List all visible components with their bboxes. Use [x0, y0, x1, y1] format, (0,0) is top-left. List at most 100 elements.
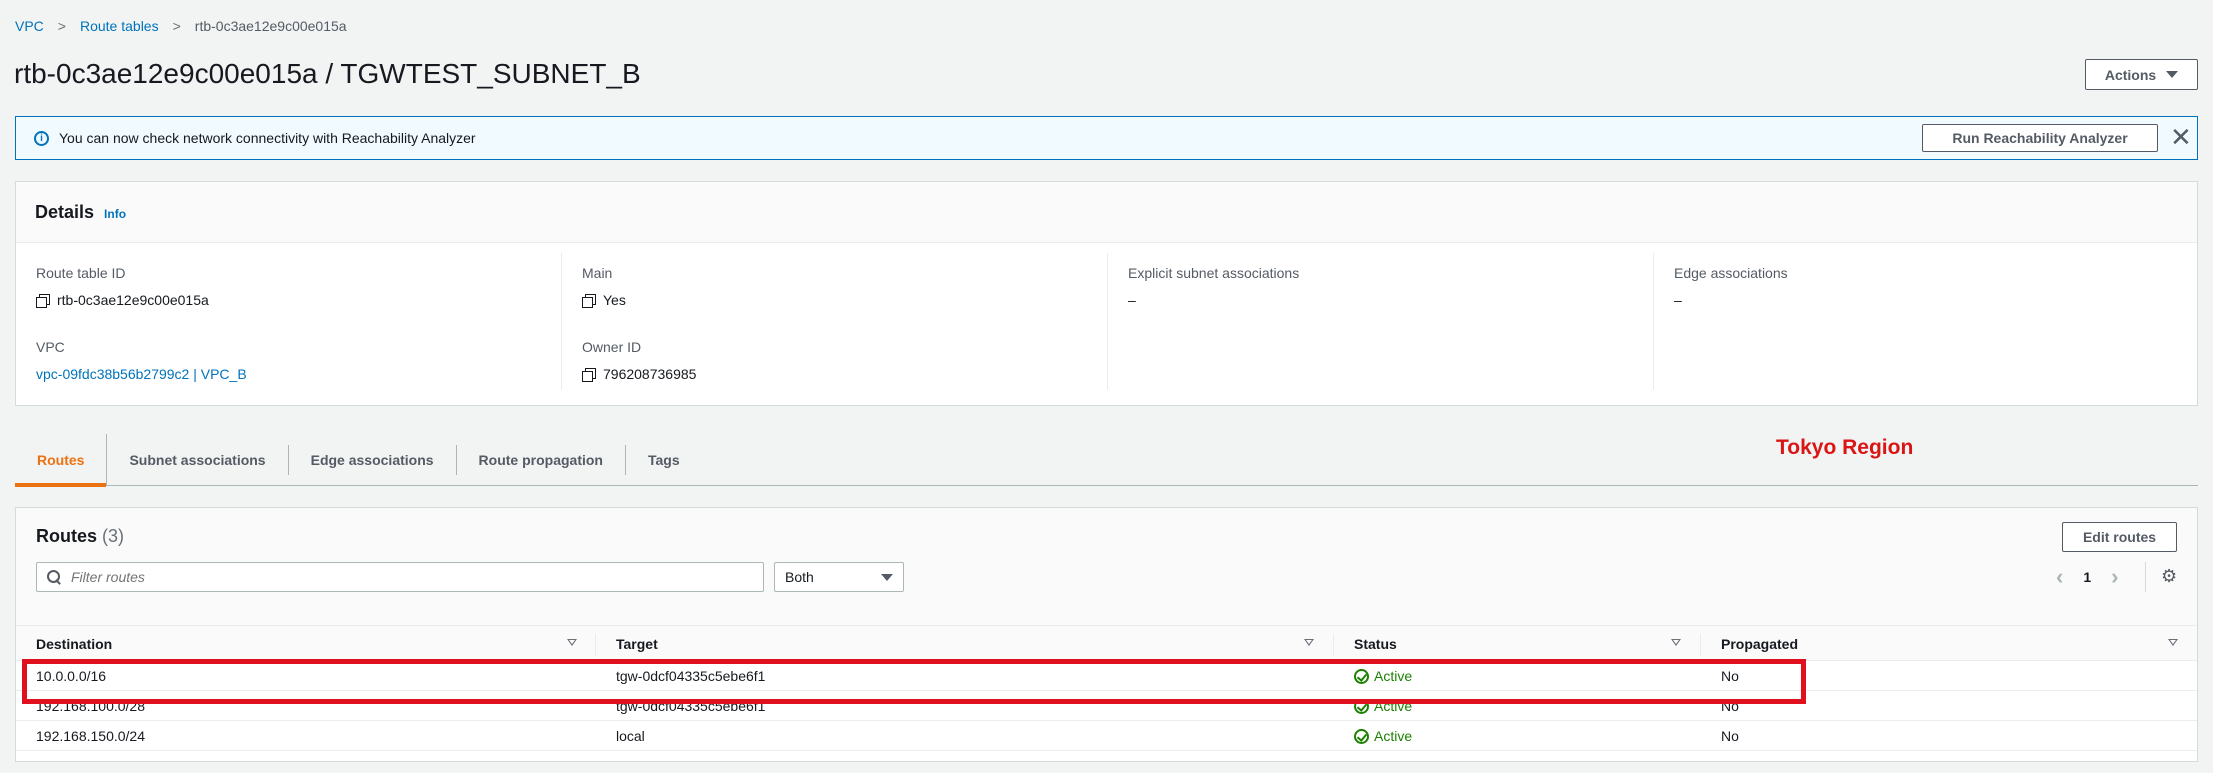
- cell-status: Active: [1334, 661, 1412, 691]
- details-col-4: Edge associations –: [1674, 243, 1788, 388]
- info-icon: i: [34, 130, 49, 146]
- cell-target: tgw-0dcf04335c5ebe6f1: [616, 698, 766, 714]
- col-destination-label: Destination: [36, 636, 113, 652]
- cell-propagated: No: [1721, 668, 1739, 684]
- sort-icon[interactable]: [1671, 639, 1681, 646]
- actions-button-label: Actions: [2104, 66, 2157, 83]
- edge-associations-value: –: [1674, 292, 1682, 308]
- filter-routes-input[interactable]: [69, 568, 749, 586]
- copy-icon[interactable]: [36, 293, 50, 308]
- main-value-text: Yes: [603, 292, 626, 308]
- routes-panel: Routes (3) Edit routes Both ‹ 1 › ⚙ Dest…: [15, 507, 2198, 762]
- details-col-2: Main Yes Owner ID 796208736985: [582, 243, 696, 388]
- table-row[interactable]: 192.168.150.0/24 local Active No: [16, 721, 2197, 751]
- tab-routes[interactable]: Routes: [15, 433, 108, 487]
- cell-target: tgw-0dcf04335c5ebe6f1: [616, 668, 766, 684]
- tab-tags[interactable]: Tags: [626, 445, 702, 475]
- table-row[interactable]: 192.168.100.0/28 tgw-0dcf04335c5ebe6f1 A…: [16, 691, 2197, 721]
- page-title: rtb-0c3ae12e9c00e015a / TGWTEST_SUBNET_B: [14, 58, 641, 89]
- pagination: ‹ 1 ›: [2056, 564, 2118, 590]
- run-reachability-analyzer-button[interactable]: Run Reachability Analyzer: [1922, 124, 2158, 152]
- breadcrumb-vpc-link[interactable]: VPC: [15, 18, 44, 34]
- tab-route-propagation[interactable]: Route propagation: [457, 444, 626, 475]
- close-icon[interactable]: ✕: [2170, 122, 2192, 152]
- route-table-id-label: Route table ID: [36, 265, 126, 281]
- actions-button[interactable]: Actions: [2085, 59, 2198, 90]
- cell-propagated: No: [1721, 728, 1739, 744]
- status-text: Active: [1374, 668, 1413, 684]
- cell-destination: 192.168.100.0/28: [36, 698, 145, 714]
- details-col-1: Route table ID rtb-0c3ae12e9c00e015a VPC…: [36, 243, 247, 388]
- check-circle-icon: [1354, 668, 1369, 684]
- sort-icon[interactable]: [2168, 639, 2178, 646]
- owner-id-text: 796208736985: [603, 366, 697, 382]
- routes-count: (3): [102, 526, 125, 546]
- routes-title: Routes (3): [36, 526, 124, 547]
- flash-message: You can now check network connectivity w…: [59, 130, 476, 146]
- page-number[interactable]: 1: [2083, 569, 2091, 585]
- col-propagated[interactable]: Propagated: [1701, 626, 1798, 662]
- check-circle-icon: [1354, 728, 1369, 744]
- breadcrumb: VPC > Route tables > rtb-0c3ae12e9c00e01…: [15, 16, 347, 36]
- details-title: Details: [35, 201, 95, 222]
- breadcrumb-current: rtb-0c3ae12e9c00e015a: [194, 18, 347, 34]
- cell-destination: 192.168.150.0/24: [36, 728, 145, 744]
- filter-routes-field[interactable]: [36, 562, 764, 592]
- route-table-id-value: rtb-0c3ae12e9c00e015a: [36, 291, 247, 309]
- cell-propagated: No: [1721, 698, 1739, 714]
- route-table-id-text: rtb-0c3ae12e9c00e015a: [57, 292, 209, 308]
- col-target-label: Target: [616, 636, 658, 652]
- breadcrumb-route-tables-link[interactable]: Route tables: [80, 18, 159, 34]
- col-status[interactable]: Status: [1334, 626, 1397, 662]
- table-header: Destination Target Status Propagated: [16, 625, 2197, 661]
- chevron-right-icon: >: [172, 18, 181, 34]
- copy-icon[interactable]: [582, 367, 596, 382]
- cell-status: Active: [1334, 691, 1412, 721]
- pager-divider: [2145, 562, 2146, 592]
- routes-title-text: Routes: [36, 526, 98, 546]
- cell-target: local: [616, 728, 645, 744]
- route-type-select[interactable]: Both: [774, 562, 904, 592]
- owner-id-label: Owner ID: [582, 339, 642, 355]
- status-text: Active: [1374, 728, 1413, 744]
- edit-routes-button[interactable]: Edit routes: [2062, 522, 2177, 552]
- col-destination[interactable]: Destination: [16, 626, 112, 662]
- caret-down-icon: [2166, 71, 2179, 78]
- caret-down-icon: [881, 573, 893, 581]
- gear-icon[interactable]: ⚙: [2161, 566, 2177, 587]
- owner-id-value: 796208736985: [582, 365, 696, 383]
- route-type-select-value: Both: [785, 569, 814, 585]
- check-circle-icon: [1354, 698, 1369, 714]
- table-row[interactable]: 10.0.0.0/16 tgw-0dcf04335c5ebe6f1 Active…: [16, 661, 2197, 691]
- next-page-icon[interactable]: ›: [2111, 564, 2118, 590]
- col-status-label: Status: [1354, 636, 1397, 652]
- status-text: Active: [1374, 698, 1413, 714]
- sort-icon[interactable]: [1304, 639, 1314, 646]
- column-divider: [561, 253, 562, 390]
- details-header: Details Info: [16, 182, 2197, 243]
- info-flashbar: i You can now check network connectivity…: [15, 116, 2198, 160]
- copy-icon[interactable]: [582, 293, 596, 308]
- prev-page-icon[interactable]: ‹: [2056, 564, 2063, 590]
- details-col-3: Explicit subnet associations –: [1128, 243, 1299, 388]
- cell-status: Active: [1334, 721, 1412, 751]
- routes-header: Routes (3) Edit routes Both ‹ 1 › ⚙: [16, 508, 2197, 625]
- column-divider: [1653, 253, 1654, 390]
- explicit-subnet-associations-label: Explicit subnet associations: [1128, 265, 1300, 281]
- sort-icon[interactable]: [567, 639, 577, 646]
- tab-edge-associations[interactable]: Edge associations: [289, 444, 457, 475]
- explicit-subnet-associations-value: –: [1128, 292, 1136, 308]
- tokyo-region-annotation: Tokyo Region: [1776, 436, 1914, 459]
- column-divider: [1107, 253, 1108, 390]
- details-grid: Route table ID rtb-0c3ae12e9c00e015a VPC…: [16, 243, 2197, 405]
- cell-destination: 10.0.0.0/16: [36, 668, 107, 684]
- col-target[interactable]: Target: [596, 626, 658, 662]
- vpc-link[interactable]: vpc-09fdc38b56b2799c2 | VPC_B: [36, 366, 247, 382]
- col-propagated-label: Propagated: [1721, 636, 1799, 652]
- edge-associations-label: Edge associations: [1674, 265, 1788, 281]
- details-panel: Details Info Route table ID rtb-0c3ae12e…: [15, 181, 2198, 406]
- tab-subnet-associations[interactable]: Subnet associations: [107, 444, 289, 475]
- search-icon: [47, 570, 61, 584]
- main-label: Main: [582, 265, 613, 281]
- info-link[interactable]: Info: [104, 207, 126, 221]
